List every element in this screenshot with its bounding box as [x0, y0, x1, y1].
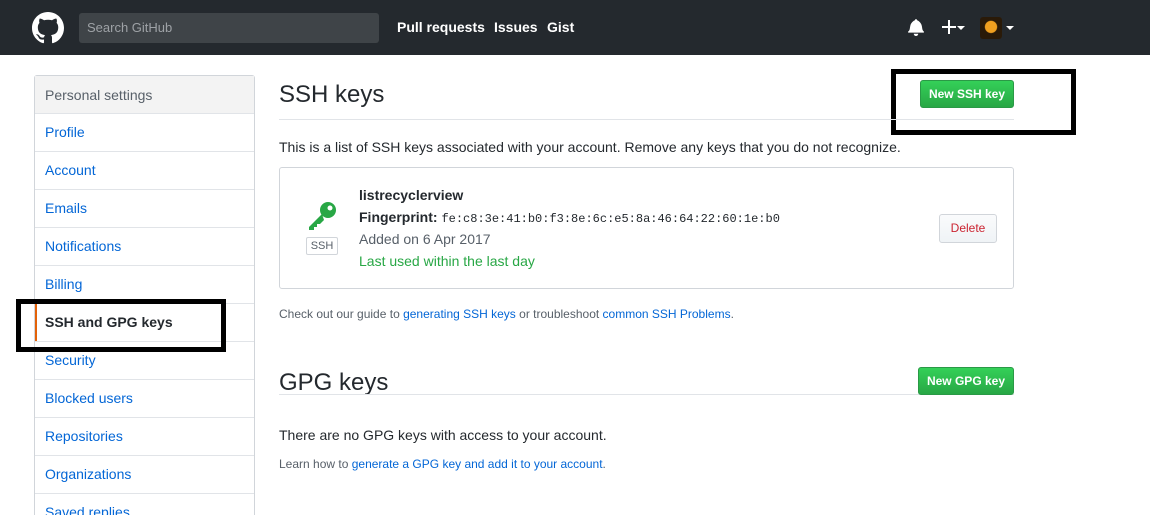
gpg-divider: [279, 394, 1014, 395]
sidebar-title: Personal settings: [35, 76, 254, 114]
plus-chevron-down-icon[interactable]: [957, 26, 965, 30]
ssh-guide-prefix: Check out our guide to: [279, 307, 404, 321]
sidebar-item-profile[interactable]: Profile: [35, 114, 254, 152]
generating-ssh-keys-link[interactable]: generating SSH keys: [403, 307, 516, 321]
nav-gist[interactable]: Gist: [547, 19, 574, 35]
generate-gpg-key-link[interactable]: generate a GPG key and add it to your ac…: [352, 457, 603, 471]
fingerprint-value: fe:c8:3e:41:b0:f3:8e:6c:e5:8a:46:64:22:6…: [441, 212, 780, 226]
ssh-key-fingerprint-row: Fingerprint: fe:c8:3e:41:b0:f3:8e:6c:e5:…: [359, 209, 780, 226]
gpg-learn-suffix: .: [602, 457, 606, 471]
avatar[interactable]: [980, 17, 1002, 39]
fingerprint-label: Fingerprint:: [359, 209, 438, 225]
avatar-chevron-down-icon[interactable]: [1006, 26, 1014, 30]
ssh-keys-title: SSH keys: [279, 81, 385, 108]
ssh-key-card: [279, 167, 1014, 289]
sidebar-item-notifications[interactable]: Notifications: [35, 228, 254, 266]
nav-pull-requests[interactable]: Pull requests: [397, 19, 485, 35]
ssh-key-name: listrecyclerview: [359, 187, 464, 203]
sidebar-item-account[interactable]: Account: [35, 152, 254, 190]
ssh-guide-middle: or troubleshoot: [515, 307, 603, 321]
ssh-guide-suffix: .: [730, 307, 734, 321]
highlight-box-sidebar: [16, 299, 226, 352]
nav-issues[interactable]: Issues: [494, 19, 538, 35]
sidebar-item-repositories[interactable]: Repositories: [35, 418, 254, 456]
sidebar-item-blocked-users[interactable]: Blocked users: [35, 380, 254, 418]
gpg-keys-title: GPG keys: [279, 369, 389, 396]
ssh-key-type-badge: SSH: [306, 237, 338, 255]
new-gpg-key-button[interactable]: New GPG key: [918, 367, 1014, 395]
ssh-key-added-date: Added on 6 Apr 2017: [359, 231, 491, 247]
plus-icon[interactable]: [941, 19, 957, 35]
gpg-learn-text: Learn how to generate a GPG key and add …: [279, 457, 606, 471]
search-input[interactable]: [79, 13, 379, 43]
ssh-key-last-used: Last used within the last day: [359, 253, 535, 269]
ssh-divider: [279, 119, 1014, 120]
bell-icon[interactable]: [908, 18, 924, 36]
common-ssh-problems-link[interactable]: common SSH Problems: [603, 307, 731, 321]
sidebar-item-saved-replies[interactable]: Saved replies: [35, 494, 254, 515]
sidebar-item-organizations[interactable]: Organizations: [35, 456, 254, 494]
gpg-empty-text: There are no GPG keys with access to you…: [279, 427, 607, 443]
github-logo-icon[interactable]: [32, 12, 64, 44]
top-header: Pull requests Issues Gist: [0, 0, 1150, 55]
ssh-intro-text: This is a list of SSH keys associated wi…: [279, 139, 901, 155]
sidebar-item-emails[interactable]: Emails: [35, 190, 254, 228]
new-ssh-key-button[interactable]: New SSH key: [920, 80, 1014, 108]
gpg-learn-prefix: Learn how to: [279, 457, 352, 471]
settings-sidebar: Personal settings Profile Account Emails…: [34, 75, 255, 515]
key-icon: [309, 202, 336, 230]
delete-ssh-key-button[interactable]: Delete: [939, 214, 997, 243]
ssh-guide-text: Check out our guide to generating SSH ke…: [279, 307, 734, 321]
